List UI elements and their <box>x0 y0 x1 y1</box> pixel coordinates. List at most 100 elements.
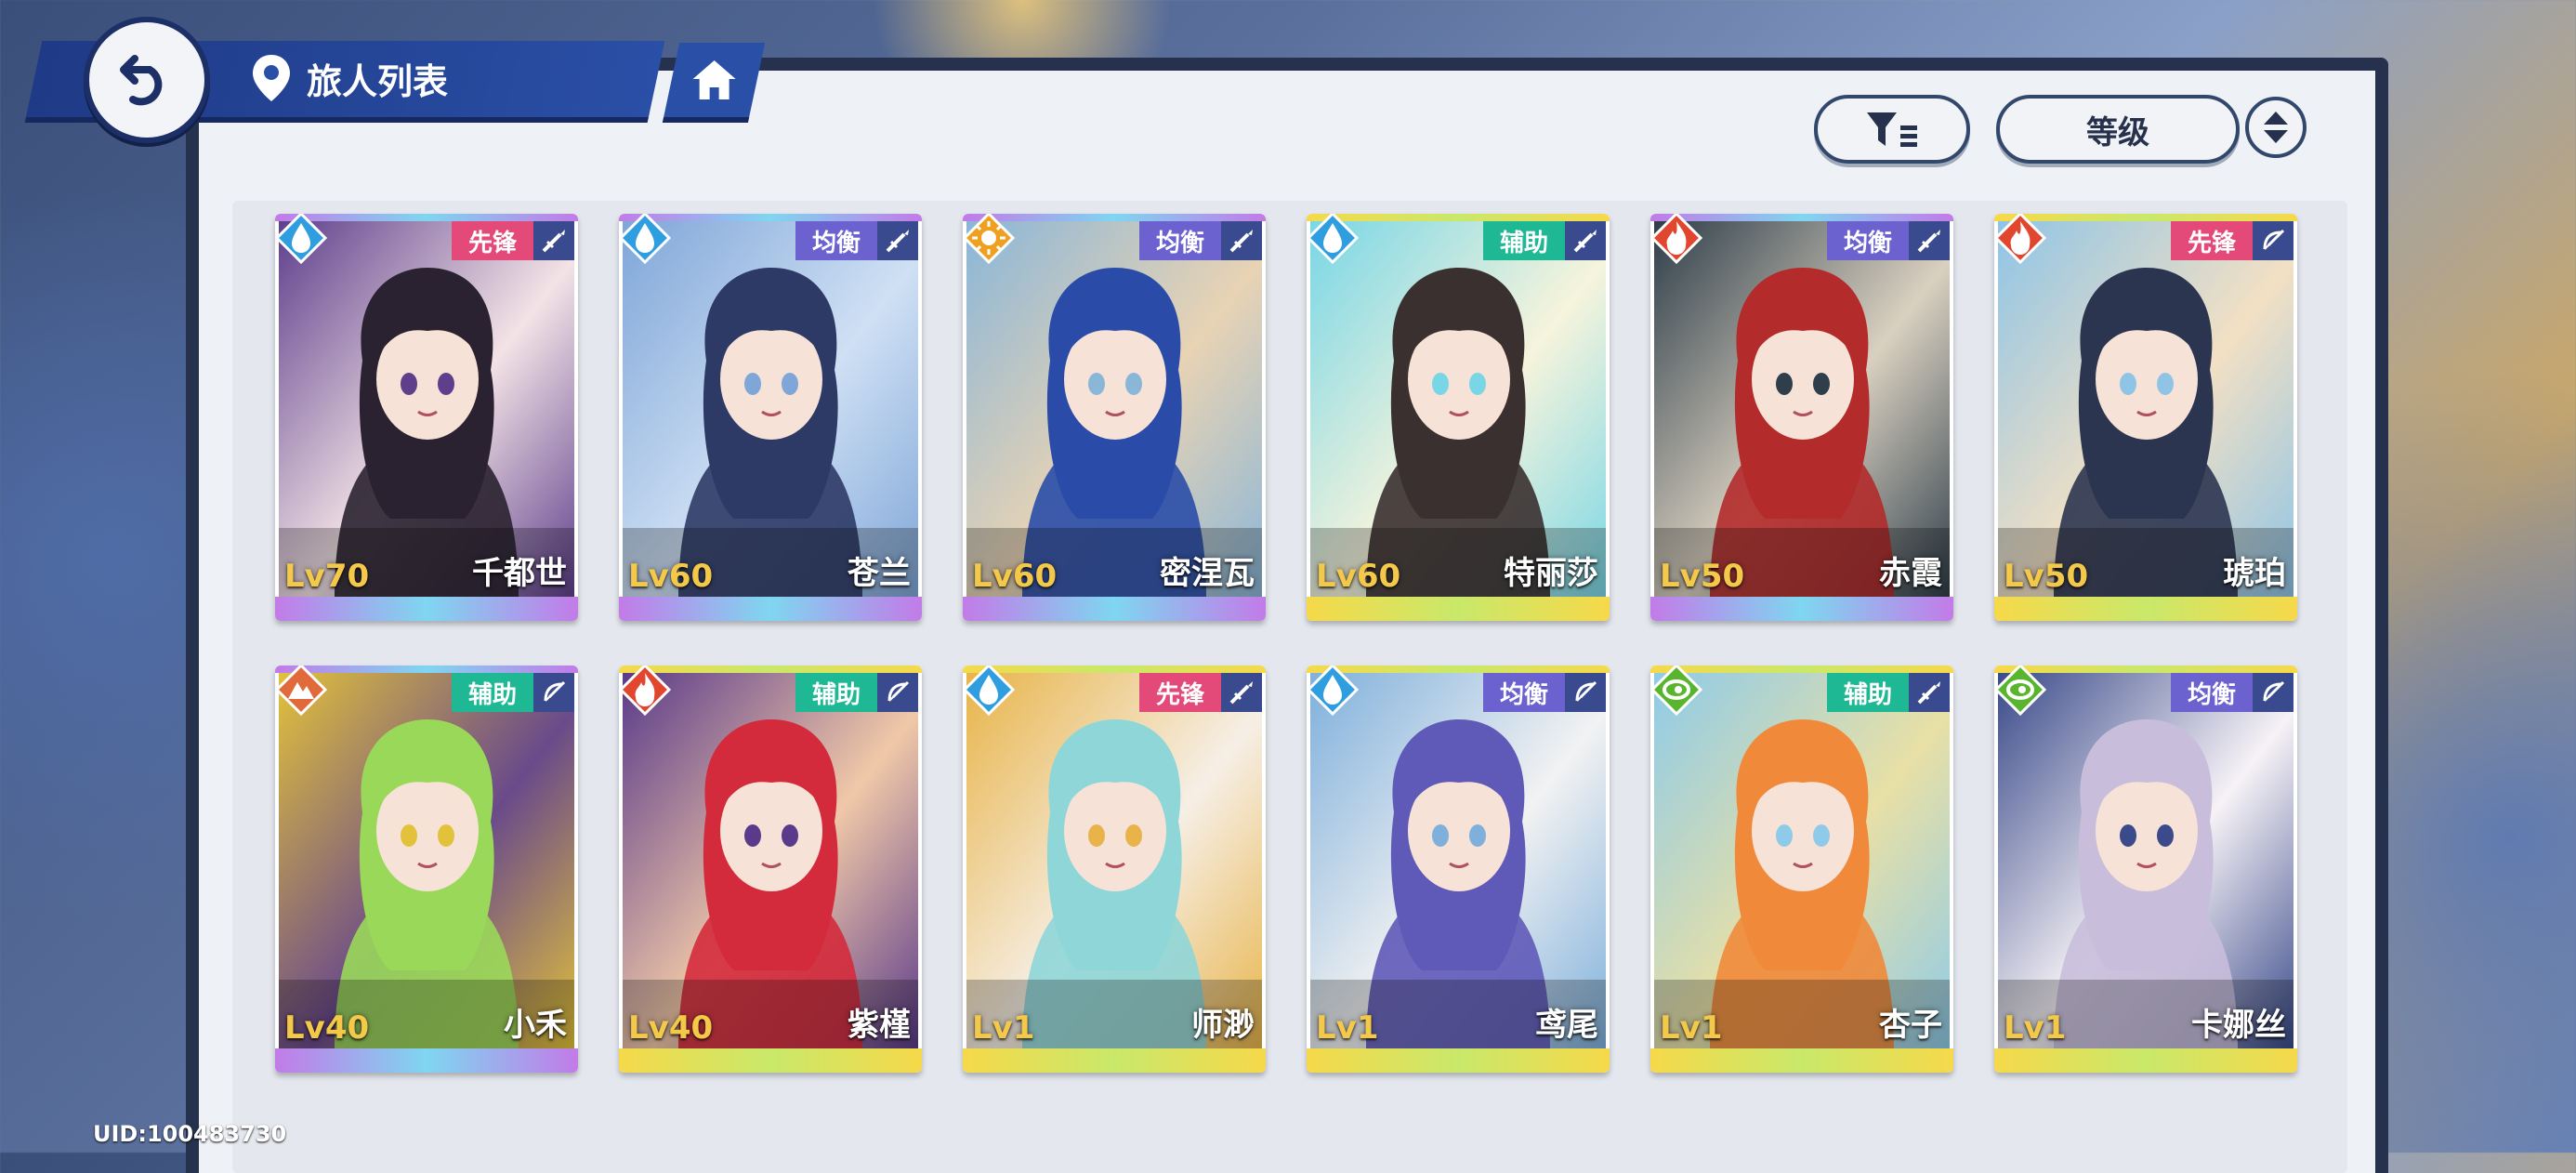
level-label: Lv1 <box>1316 1009 1379 1047</box>
traveler-card[interactable]: 先锋 Lv70 千都世 <box>275 214 578 621</box>
traveler-card[interactable]: 辅助 Lv1 杏子 <box>1650 666 1953 1073</box>
character-name: 赤霞 <box>1879 555 1942 592</box>
uid-label: UID:100483730 <box>93 1121 287 1147</box>
level-label: Lv50 <box>1660 558 1745 595</box>
sort-order-icon <box>2264 112 2288 143</box>
character-portrait <box>623 673 918 1048</box>
rarity-bottom-bar <box>275 597 578 621</box>
role-label: 均衡 <box>1843 229 1892 257</box>
role-badge: 均衡 <box>2170 673 2253 712</box>
character-name: 卡娜丝 <box>2191 1007 2286 1044</box>
water-icon <box>275 214 327 264</box>
character-name: 小禾 <box>504 1007 567 1044</box>
location-pin-icon <box>251 53 292 103</box>
traveler-card[interactable]: 辅助 Lv60 特丽莎 <box>1307 214 1610 621</box>
role-badge: 均衡 <box>1826 221 1909 260</box>
role-badge: 辅助 <box>1826 673 1909 712</box>
character-portrait <box>279 673 574 1048</box>
role-badge: 辅助 <box>795 673 877 712</box>
role-label: 辅助 <box>1843 680 1892 709</box>
home-button[interactable] <box>662 43 766 123</box>
role-label: 辅助 <box>1499 229 1548 257</box>
light-icon <box>963 214 1015 264</box>
character-name: 千都世 <box>472 555 567 592</box>
sword-icon <box>1909 673 1950 712</box>
water-icon <box>619 214 671 264</box>
character-name: 杏子 <box>1879 1007 1942 1044</box>
sort-select-label: 等级 <box>2086 113 2149 152</box>
sort-order-button[interactable] <box>2245 97 2307 158</box>
level-label: Lv70 <box>284 558 370 595</box>
wind-icon <box>1994 666 2046 716</box>
role-badge: 均衡 <box>1138 221 1221 260</box>
fire-icon <box>619 666 671 716</box>
page-title-group: 旅人列表 <box>251 43 448 113</box>
level-label: Lv60 <box>628 558 714 595</box>
level-label: Lv40 <box>628 1009 714 1047</box>
role-badge: 先锋 <box>1138 673 1221 712</box>
character-name: 鸢尾 <box>1535 1007 1598 1044</box>
traveler-card[interactable]: 辅助 Lv40 小禾 <box>275 666 578 1073</box>
traveler-card[interactable]: 均衡 Lv50 赤霞 <box>1650 214 1953 621</box>
character-name: 特丽莎 <box>1504 555 1598 592</box>
rarity-bottom-bar <box>619 597 922 621</box>
role-label: 先锋 <box>2187 229 2236 257</box>
wind-icon <box>1650 666 1702 716</box>
bow-icon <box>2253 221 2293 260</box>
character-portrait <box>1654 673 1950 1048</box>
character-portrait <box>1310 673 1606 1048</box>
traveler-card[interactable]: 辅助 Lv40 紫槿 <box>619 666 922 1073</box>
character-name: 苍兰 <box>848 555 911 592</box>
rarity-bottom-bar <box>1994 1048 2297 1073</box>
role-label: 辅助 <box>811 680 861 709</box>
traveler-card[interactable]: 均衡 Lv60 密涅瓦 <box>963 214 1266 621</box>
character-portrait <box>1310 221 1606 597</box>
role-label: 辅助 <box>467 680 517 709</box>
rarity-bottom-bar <box>963 1048 1266 1073</box>
page-title: 旅人列表 <box>307 60 449 102</box>
bow-icon <box>533 673 574 712</box>
role-label: 均衡 <box>1155 229 1204 257</box>
rarity-bottom-bar <box>1307 597 1610 621</box>
role-badge: 均衡 <box>1482 673 1565 712</box>
traveler-card[interactable]: 均衡 Lv60 苍兰 <box>619 214 922 621</box>
traveler-card[interactable]: 均衡 Lv1 卡娜丝 <box>1994 666 2297 1073</box>
sword-icon <box>1221 221 1262 260</box>
character-name: 琥珀 <box>2223 555 2286 592</box>
water-icon <box>1307 666 1359 716</box>
character-portrait <box>966 673 1262 1048</box>
level-label: Lv60 <box>1316 558 1401 595</box>
sword-icon <box>533 221 574 260</box>
sort-select[interactable]: 等级 <box>1996 95 2240 164</box>
role-badge: 辅助 <box>1482 221 1565 260</box>
rarity-bottom-bar <box>275 1048 578 1073</box>
rarity-bottom-bar <box>963 597 1266 621</box>
character-portrait <box>1998 221 2293 597</box>
home-icon <box>692 60 736 99</box>
traveler-card[interactable]: 均衡 Lv1 鸢尾 <box>1307 666 1610 1073</box>
level-label: Lv1 <box>1660 1009 1723 1047</box>
back-button[interactable] <box>84 17 210 143</box>
role-badge: 先锋 <box>451 221 533 260</box>
sword-icon <box>1565 221 1606 260</box>
role-label: 先锋 <box>1155 680 1204 709</box>
sword-icon <box>1221 673 1262 712</box>
level-label: Lv1 <box>972 1009 1035 1047</box>
rarity-bottom-bar <box>619 1048 922 1073</box>
traveler-card[interactable]: 先锋 Lv1 师渺 <box>963 666 1266 1073</box>
traveler-card[interactable]: 先锋 Lv50 琥珀 <box>1994 214 2297 621</box>
sword-icon <box>1909 221 1950 260</box>
character-portrait <box>1654 221 1950 597</box>
earth-icon <box>275 666 327 716</box>
filter-button[interactable] <box>1814 95 1970 164</box>
water-icon <box>1307 214 1359 264</box>
level-label: Lv60 <box>972 558 1058 595</box>
character-name: 紫槿 <box>848 1007 911 1044</box>
role-badge: 均衡 <box>795 221 877 260</box>
character-portrait <box>623 221 918 597</box>
role-label: 均衡 <box>811 229 861 257</box>
filter-icon <box>1867 112 1917 147</box>
character-portrait <box>966 221 1262 597</box>
fire-icon <box>1650 214 1702 264</box>
bow-icon <box>2253 673 2293 712</box>
